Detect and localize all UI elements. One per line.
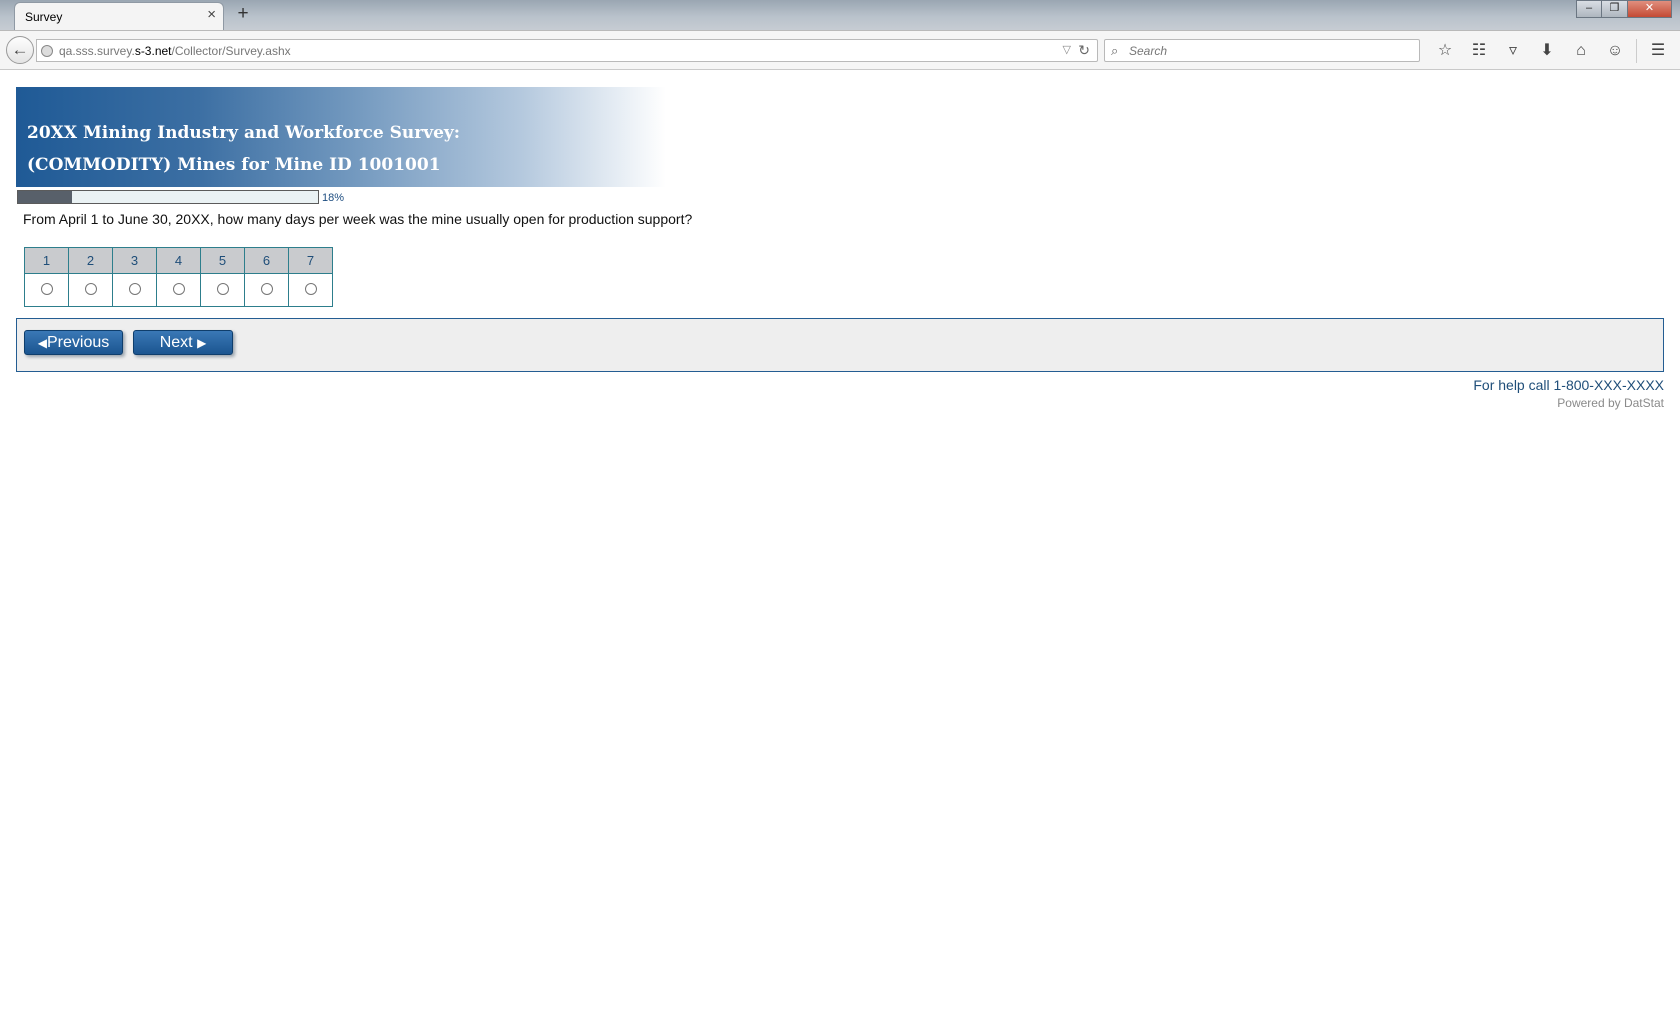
- answer-grid: 1 2 3 4 5 6 7: [24, 247, 333, 307]
- survey-title-line2: (COMMODITY) Mines for Mine ID 1001001: [27, 155, 441, 175]
- option-cell-4[interactable]: [156, 273, 201, 307]
- reading-list-icon[interactable]: ☷: [1462, 39, 1496, 63]
- option-label-1: 1: [24, 247, 69, 274]
- reload-icon[interactable]: ↻: [1078, 42, 1090, 59]
- search-bar[interactable]: ⌕: [1104, 39, 1420, 62]
- previous-button[interactable]: ◀ Previous: [24, 330, 123, 355]
- help-footer: For help call 1-800-XXX-XXXX Powered by …: [1473, 377, 1664, 410]
- url-path: /Collector/Survey.ashx: [171, 44, 291, 58]
- option-label-5: 5: [200, 247, 245, 274]
- question-text: From April 1 to June 30, 20XX, how many …: [23, 211, 693, 227]
- browser-titlebar: Survey × + – ❐ ✕: [0, 0, 1680, 31]
- window-close-icon[interactable]: ✕: [1628, 0, 1672, 18]
- back-arrow-icon[interactable]: ←: [6, 36, 34, 64]
- option-radio-3[interactable]: [128, 283, 141, 295]
- home-icon[interactable]: ⌂: [1564, 39, 1598, 63]
- option-cell-2[interactable]: [68, 273, 113, 307]
- tab-close-icon[interactable]: ×: [207, 7, 216, 22]
- navigation-panel: ◀ Previous Next ▶: [16, 318, 1664, 372]
- minimize-icon[interactable]: –: [1576, 0, 1602, 18]
- url-host: s-3.net: [134, 44, 172, 58]
- toolbar-separator: [1636, 39, 1637, 63]
- browser-tab[interactable]: Survey ×: [14, 2, 224, 31]
- tab-title: Survey: [25, 10, 63, 24]
- survey-title-line1: 20XX Mining Industry and Workforce Surve…: [27, 123, 461, 143]
- bookmark-star-icon[interactable]: ☆: [1428, 39, 1462, 63]
- url-text[interactable]: qa.sss.survey.s-3.net/Collector/Survey.a…: [59, 44, 291, 58]
- progress-fill: [18, 191, 72, 203]
- download-icon[interactable]: ⬇: [1530, 39, 1564, 63]
- pocket-icon[interactable]: ▿: [1496, 39, 1530, 63]
- option-radio-2[interactable]: [84, 283, 97, 295]
- toolbar-icons: ☆ ☷ ▿ ⬇ ⌂ ☺ ☰: [1428, 39, 1675, 63]
- help-phone: For help call 1-800-XXX-XXXX: [1473, 377, 1664, 393]
- answer-radio-row: [24, 273, 333, 307]
- answer-header-row: 1 2 3 4 5 6 7: [24, 247, 333, 274]
- url-host-prefix: qa.sss.survey.: [59, 44, 135, 58]
- search-input[interactable]: [1129, 41, 1409, 60]
- right-triangle-icon: ▶: [197, 335, 207, 350]
- window-controls: – ❐ ✕: [1576, 0, 1672, 18]
- option-radio-4[interactable]: [172, 283, 185, 295]
- option-label-3: 3: [112, 247, 157, 274]
- option-radio-6[interactable]: [260, 283, 273, 295]
- browser-navbar: ← qa.sss.survey.s-3.net/Collector/Survey…: [0, 30, 1680, 70]
- survey-page: 20XX Mining Industry and Workforce Surve…: [16, 87, 1664, 410]
- previous-label: Previous: [46, 333, 110, 351]
- option-label-4: 4: [156, 247, 201, 274]
- option-label-6: 6: [244, 247, 289, 274]
- globe-icon: [41, 45, 53, 57]
- option-radio-5[interactable]: [216, 283, 229, 295]
- menu-icon[interactable]: ☰: [1641, 39, 1675, 63]
- search-icon: ⌕: [1111, 43, 1119, 58]
- option-cell-6[interactable]: [244, 273, 289, 307]
- option-cell-3[interactable]: [112, 273, 157, 307]
- new-tab-icon[interactable]: +: [232, 3, 254, 25]
- option-label-2: 2: [68, 247, 113, 274]
- next-label: Next: [159, 333, 193, 351]
- option-cell-1[interactable]: [24, 273, 69, 307]
- survey-banner: 20XX Mining Industry and Workforce Surve…: [16, 87, 666, 187]
- option-radio-7[interactable]: [304, 283, 317, 295]
- chat-icon[interactable]: ☺: [1598, 39, 1632, 63]
- progress-label: 18%: [322, 192, 345, 204]
- next-button[interactable]: Next ▶: [133, 330, 233, 355]
- powered-by: Powered by DatStat: [1557, 396, 1664, 410]
- option-label-7: 7: [288, 247, 333, 274]
- restore-icon[interactable]: ❐: [1602, 0, 1628, 18]
- url-bar[interactable]: qa.sss.survey.s-3.net/Collector/Survey.a…: [36, 39, 1098, 62]
- left-triangle-icon: ◀: [37, 335, 47, 350]
- progress-row: 18%: [16, 189, 1664, 207]
- option-cell-5[interactable]: [200, 273, 245, 307]
- option-cell-7[interactable]: [288, 273, 333, 307]
- url-dropdown-icon[interactable]: ▽: [1063, 43, 1071, 56]
- option-radio-1[interactable]: [40, 283, 53, 295]
- progress-bar: [17, 190, 319, 204]
